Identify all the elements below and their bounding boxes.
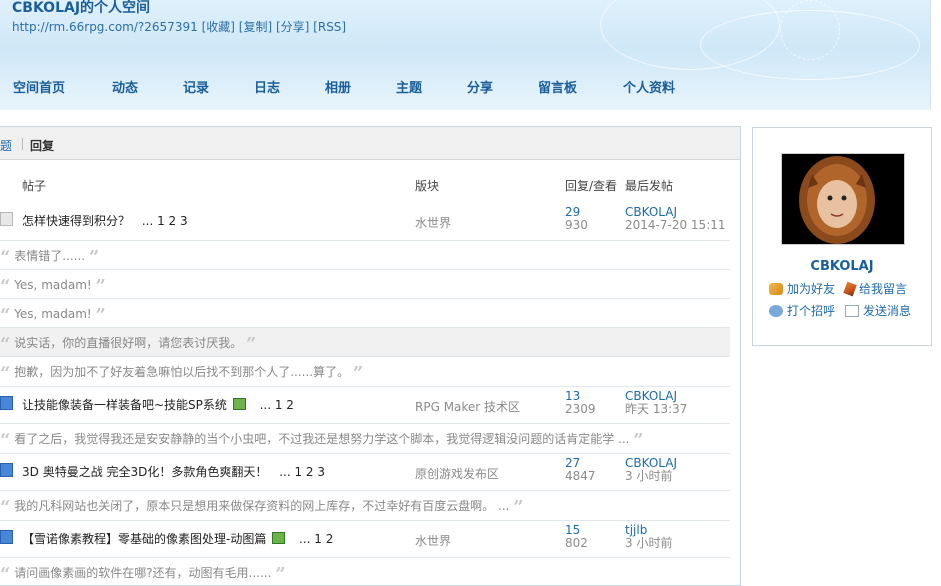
user-card: CBKOLAJ 加为好友 给我留言 打个招呼 发送消息 — [752, 127, 932, 346]
open-quote-icon: “ — [0, 363, 11, 384]
reply-quote-text: Yes, madam! — [14, 278, 92, 292]
thread-doc-icon — [0, 463, 13, 477]
thread-title-link[interactable]: 怎样快速得到积分？ — [22, 214, 130, 228]
close-quote-icon: ” — [513, 497, 524, 518]
thread-forum-link[interactable]: 水世界 — [415, 532, 451, 549]
pencil-icon — [843, 281, 857, 297]
reply-quote-text: 抱歉，因为加不了好友着急嘛怕以后找不到那个人了......算了。 — [14, 365, 350, 379]
reply-quote[interactable]: “ 抱歉，因为加不了好友着急嘛怕以后找不到那个人了......算了。 ” — [0, 356, 730, 385]
reply-quote[interactable]: “ 说实话，你的直播很好啊，请您表讨厌我。 ” — [0, 327, 730, 356]
open-quote-icon: “ — [0, 247, 11, 268]
thread-view-count: 4847 — [565, 469, 596, 483]
space-url-line: http://rm.66rpg.com/?2657391 [收藏] [复制] [… — [12, 18, 346, 35]
reply-quote-text: Yes, madam! — [14, 307, 92, 321]
thread-pages[interactable]: ... 1 2 3 — [279, 465, 325, 479]
close-quote-icon: ” — [633, 430, 644, 451]
nav-home[interactable]: 空间首页 — [13, 77, 65, 96]
nav-share[interactable]: 分享 — [467, 77, 493, 96]
reply-quote-text: 说实话，你的直播很好啊，请您表讨厌我。 — [14, 336, 243, 350]
open-quote-icon: “ — [0, 334, 11, 355]
close-quote-icon: ” — [352, 363, 364, 384]
thread-doc-icon — [0, 396, 13, 410]
reply-quote-text: 请问画像素画的软件在哪?还有，动图有毛用...... — [14, 566, 272, 580]
reply-quote-text: 看了之后，我觉得我还是安安静静的当个小虫吧，不过我还是想努力学这个脚本，我觉得逻… — [14, 432, 630, 446]
thread-view-count: 930 — [565, 218, 588, 232]
nav-guestbook[interactable]: 留言板 — [538, 77, 577, 96]
thread-last-time: 3 小时前 — [625, 536, 673, 550]
envelope-icon — [845, 305, 859, 317]
open-quote-icon: “ — [0, 564, 11, 585]
close-quote-icon: ” — [95, 305, 106, 326]
thread-view-count: 2309 — [565, 402, 596, 416]
space-header: CBKOLAJ的个人空间 http://rm.66rpg.com/?265739… — [0, 0, 931, 110]
copy-link[interactable]: [复制] — [239, 20, 272, 34]
nav-blog[interactable]: 日志 — [254, 77, 280, 96]
tab-divider — [22, 138, 23, 150]
favorite-link[interactable]: [收藏] — [202, 20, 235, 34]
nav-feed[interactable]: 动态 — [112, 77, 138, 96]
thread-pages[interactable]: ... 1 2 — [260, 398, 294, 412]
reply-list-panel: 主题 回复 帖子 版块 回复/查看 最后发帖 怎样快速得到积分？ ... 1 2… — [0, 126, 741, 586]
column-post: 帖子 — [22, 179, 47, 193]
column-last-post: 最后发帖 — [625, 179, 674, 193]
thread-pages[interactable]: ... 1 2 — [299, 532, 333, 546]
column-replies-views: 回复/查看 — [565, 179, 618, 193]
thread-view-count: 802 — [565, 536, 588, 550]
rss-link[interactable]: [RSS] — [313, 20, 346, 34]
leave-message-link[interactable]: 给我留言 — [843, 280, 907, 297]
reply-quote[interactable]: “ Yes, madam! ” — [0, 269, 730, 298]
thread-doc-icon — [0, 212, 13, 226]
thread-doc-icon — [0, 530, 13, 544]
thread-pages[interactable]: ... 1 2 3 — [142, 214, 188, 228]
nav-topics[interactable]: 主题 — [396, 77, 422, 96]
thread-forum-link[interactable]: RPG Maker 技术区 — [415, 398, 520, 415]
open-quote-icon: “ — [0, 497, 11, 518]
thread-title-link[interactable]: 让技能像装备一样装备吧~技能SP系统 — [22, 398, 227, 412]
tab-replies[interactable]: 回复 — [30, 137, 54, 154]
username[interactable]: CBKOLAJ — [753, 259, 931, 274]
reply-quote[interactable]: “ 表情错了...... ” — [0, 240, 730, 269]
send-message-link[interactable]: 发送消息 — [845, 302, 911, 319]
open-quote-icon: “ — [0, 305, 11, 326]
open-quote-icon: “ — [0, 276, 11, 297]
thread-forum-link[interactable]: 原创游戏发布区 — [415, 465, 499, 482]
space-url-link[interactable]: http://rm.66rpg.com/?2657391 — [12, 20, 198, 34]
close-quote-icon: ” — [88, 247, 100, 268]
tab-topics[interactable]: 主题 — [0, 137, 12, 154]
thread-last-time: 3 小时前 — [625, 469, 673, 483]
nav-profile[interactable]: 个人资料 — [623, 77, 675, 96]
thread-last-time: 2014-7-20 15:11 — [625, 218, 726, 232]
nav-album[interactable]: 相册 — [325, 77, 351, 96]
reply-quote-text: 表情错了...... — [14, 249, 86, 263]
close-quote-icon: ” — [246, 334, 257, 355]
reply-quote[interactable]: “ Yes, madam! ” — [0, 298, 730, 327]
tab-bar: 主题 回复 — [0, 127, 740, 160]
reply-quote[interactable]: “ 请问画像素画的软件在哪?还有，动图有毛用...... ” — [0, 557, 730, 585]
column-forum: 版块 — [415, 179, 440, 193]
greet-icon — [769, 305, 783, 317]
share-link[interactable]: [分享] — [276, 20, 309, 34]
thread-forum-link[interactable]: 水世界 — [415, 214, 451, 231]
close-quote-icon: ” — [95, 276, 106, 297]
space-title: CBKOLAJ的个人空间 — [12, 0, 151, 16]
thread-last-time: 昨天 13:37 — [625, 402, 688, 416]
add-friend-icon — [769, 283, 783, 295]
reply-quote[interactable]: “ 我的凡科网站也关闭了，原本只是想用来做保存资料的网上库存，不过幸好有百度云盘… — [0, 490, 730, 519]
avatar[interactable] — [781, 153, 905, 245]
image-attachment-icon — [272, 532, 286, 544]
image-attachment-icon — [232, 398, 246, 410]
dandelion-icon — [780, 0, 840, 60]
thread-title-link[interactable]: 【雪诺像素教程】零基础的像素图处理-动图篇 — [22, 532, 266, 546]
close-quote-icon: ” — [275, 564, 286, 585]
add-friend-link[interactable]: 加为好友 — [769, 280, 835, 297]
avatar-image — [782, 154, 904, 244]
reply-quote[interactable]: “ 看了之后，我觉得我还是安安静静的当个小虫吧，不过我还是想努力学这个脚本，我觉… — [0, 423, 730, 452]
reply-quote-text: 我的凡科网站也关闭了，原本只是想用来做保存资料的网上库存，不过幸好有百度云盘啊。… — [14, 499, 510, 513]
greet-link[interactable]: 打个招呼 — [769, 302, 835, 319]
thread-title-link[interactable]: 3D 奥特曼之战 完全3D化！多款角色爽翻天！ — [22, 465, 267, 479]
nav-records[interactable]: 记录 — [183, 77, 209, 96]
open-quote-icon: “ — [0, 430, 11, 451]
